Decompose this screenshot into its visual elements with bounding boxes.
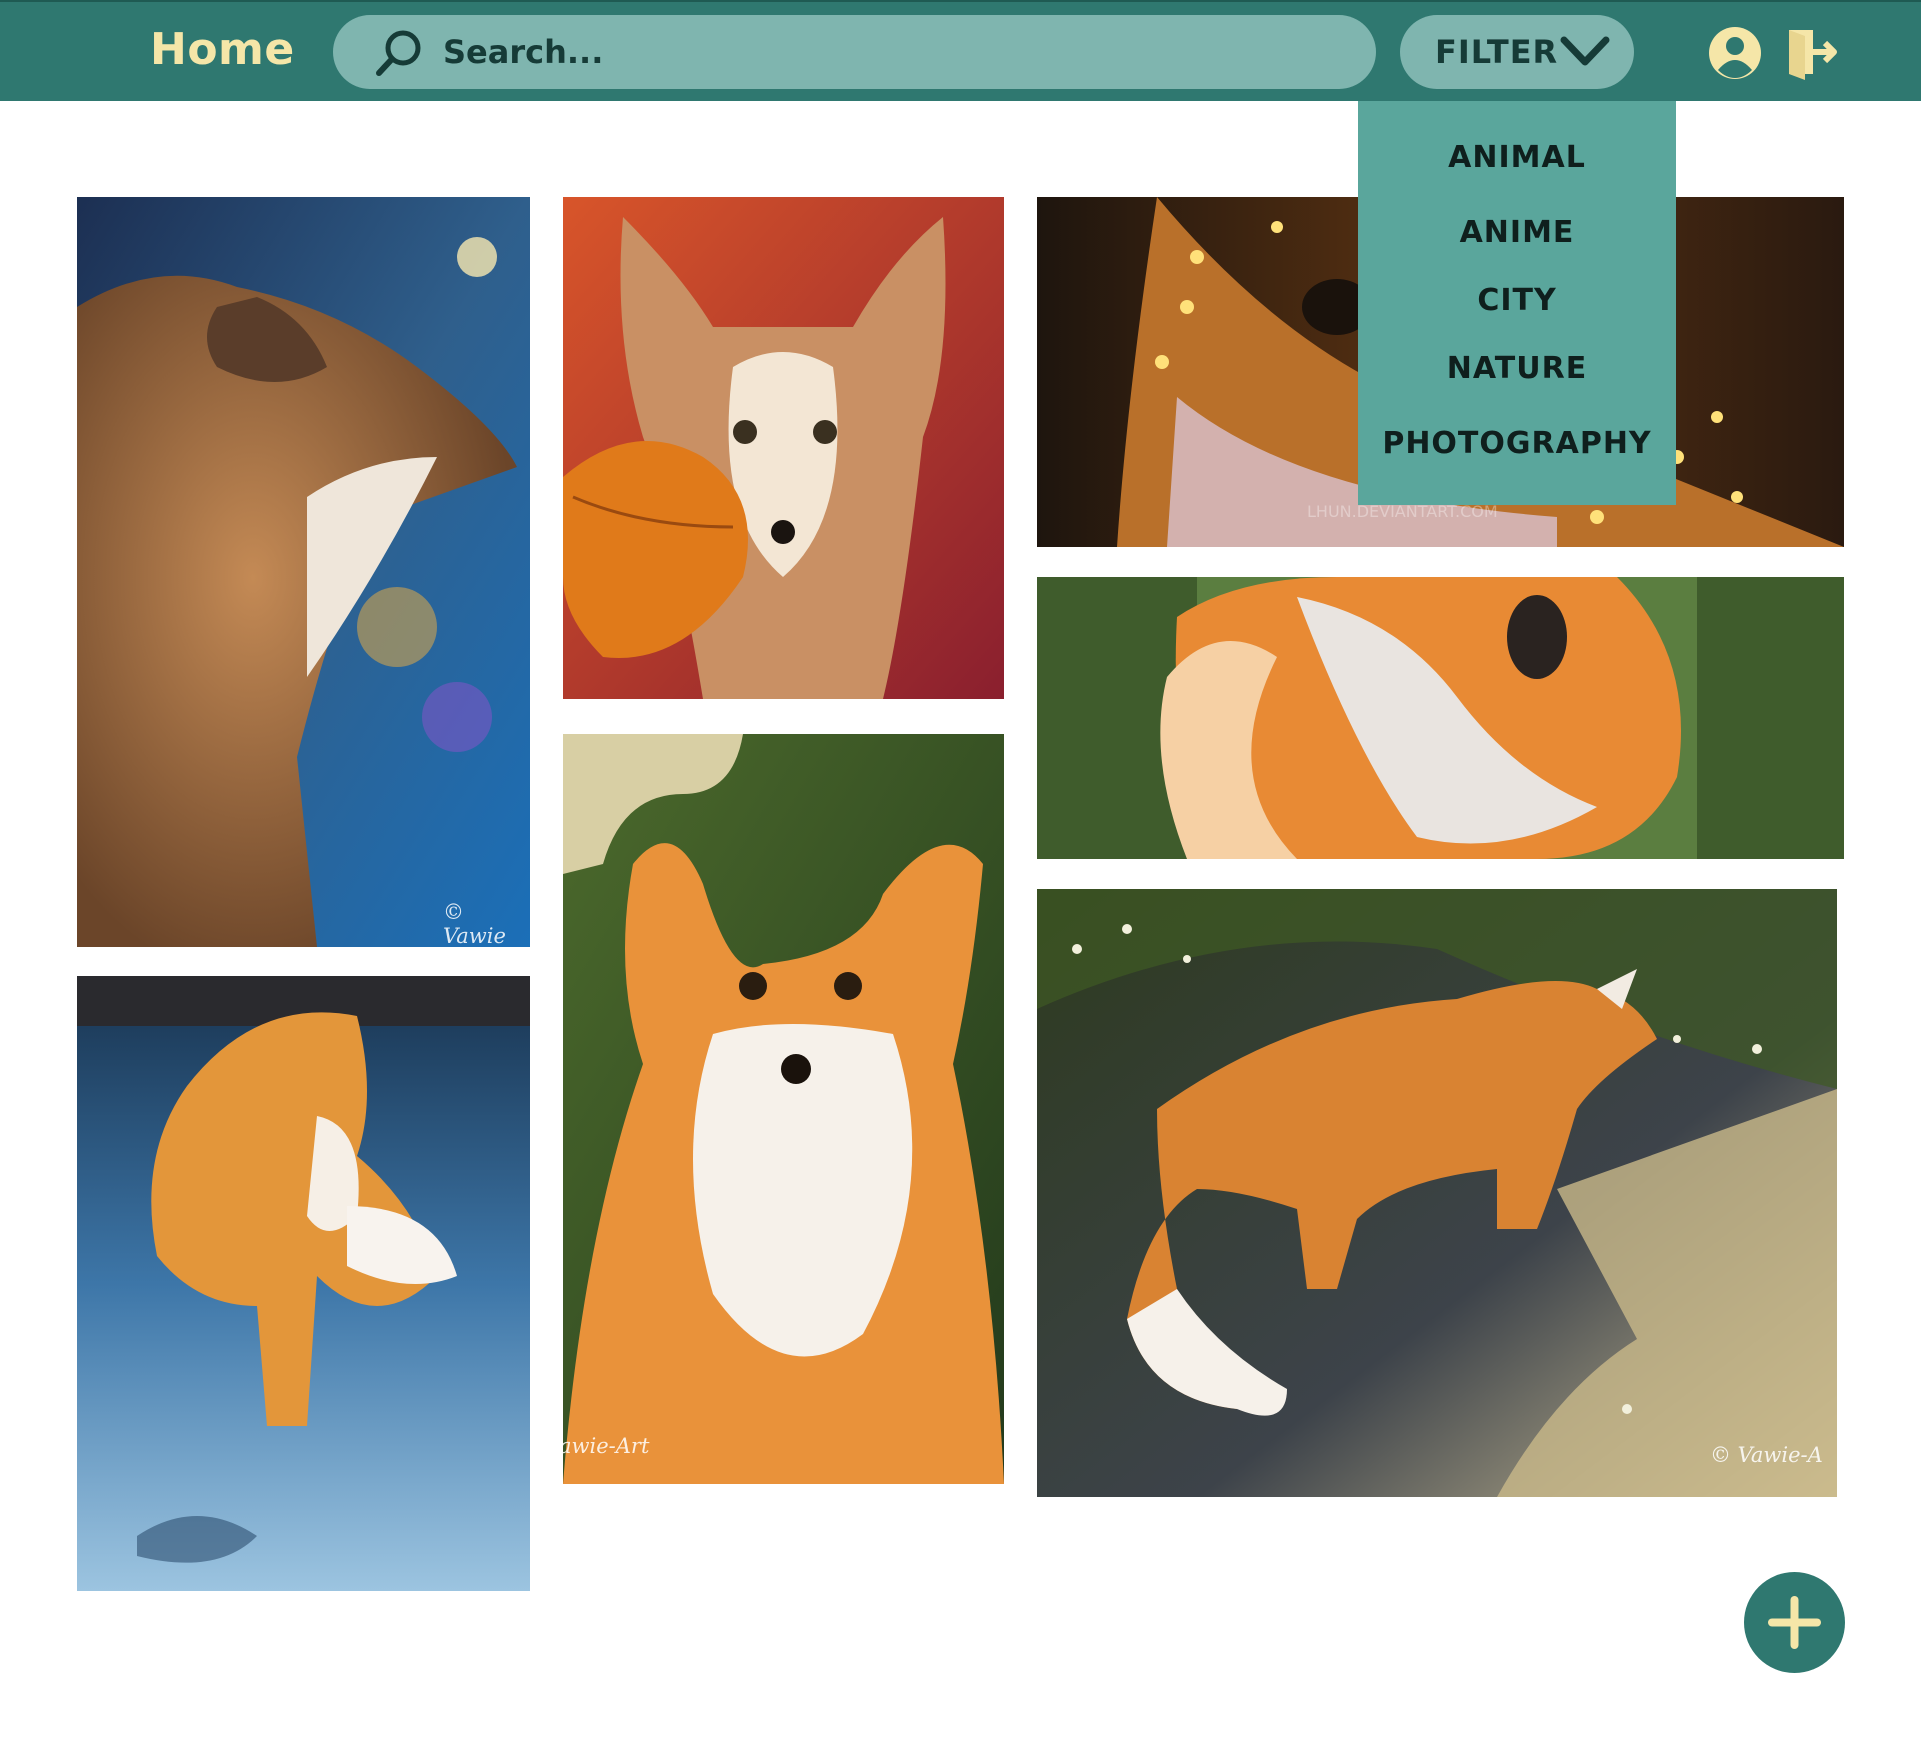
filter-option-nature[interactable]: NATURE: [1358, 351, 1676, 386]
gallery-page: Home FILTER: [0, 0, 1921, 1749]
watermark: © Vawie: [443, 900, 506, 947]
user-icon[interactable]: [1708, 26, 1762, 80]
gallery-image[interactable]: [77, 976, 530, 1591]
search-input[interactable]: [443, 27, 1343, 77]
filter-label: FILTER: [1435, 33, 1559, 71]
filter-button[interactable]: FILTER: [1400, 15, 1634, 89]
plus-icon: [1768, 1596, 1821, 1649]
watermark: © Vawie-A: [1710, 1443, 1823, 1467]
filter-option-animal[interactable]: ANIMAL: [1358, 140, 1676, 175]
filter-option-city[interactable]: CITY: [1358, 283, 1676, 318]
filter-option-photography[interactable]: PHOTOGRAPHY: [1358, 426, 1676, 461]
filter-option-anime[interactable]: ANIME: [1358, 215, 1676, 250]
add-button[interactable]: [1744, 1572, 1845, 1673]
gallery-image[interactable]: [1037, 577, 1844, 859]
watermark: awie-Art: [563, 1434, 650, 1458]
gallery-image[interactable]: awie-Art: [563, 734, 1004, 1484]
search-bar[interactable]: [333, 15, 1376, 89]
gallery-image[interactable]: © Vawie-A: [1037, 889, 1837, 1497]
logout-icon[interactable]: [1783, 24, 1839, 80]
top-bar: Home FILTER: [0, 0, 1921, 101]
chevron-down-icon: [1560, 36, 1610, 66]
filter-dropdown: ANIMAL ANIME CITY NATURE PHOTOGRAPHY: [1358, 101, 1676, 505]
gallery-image[interactable]: © Vawie: [77, 197, 530, 947]
search-icon[interactable]: [371, 26, 427, 82]
home-link[interactable]: Home: [150, 24, 295, 75]
gallery-image[interactable]: [563, 197, 1004, 699]
